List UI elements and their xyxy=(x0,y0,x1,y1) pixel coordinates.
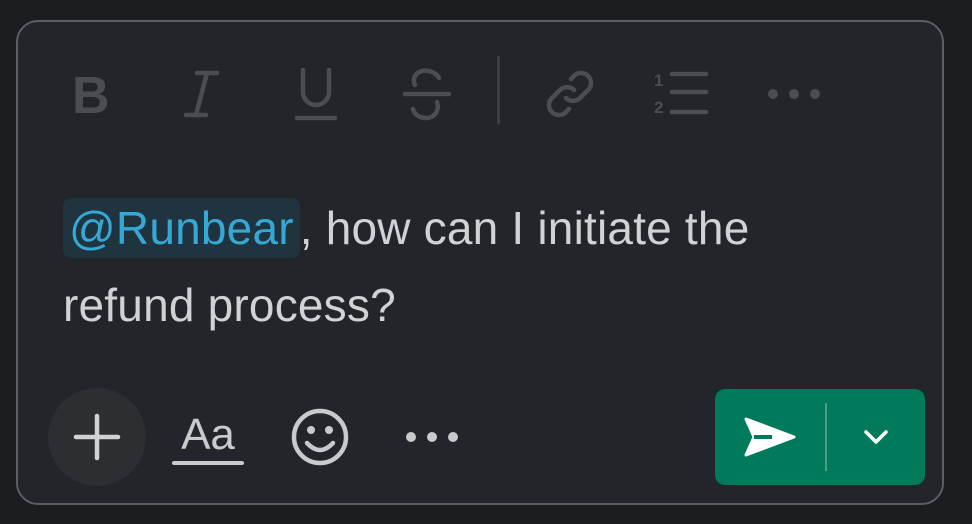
chevron-down-icon xyxy=(864,430,888,444)
italic-icon xyxy=(183,70,220,118)
attach-button[interactable] xyxy=(48,388,146,486)
text-format-icon: Aa xyxy=(172,410,244,465)
formatting-label: Aa xyxy=(181,410,235,459)
composer-actions: Aa xyxy=(18,388,942,488)
emoji-button[interactable] xyxy=(280,388,360,486)
emoji-icon xyxy=(291,408,349,466)
bold-button[interactable]: B xyxy=(60,62,124,126)
strikethrough-button[interactable] xyxy=(395,62,459,126)
formatting-toggle-button[interactable]: Aa xyxy=(168,388,248,486)
underline-button[interactable] xyxy=(284,62,348,126)
user-mention[interactable]: @Runbear xyxy=(63,198,300,258)
link-button[interactable] xyxy=(538,62,602,126)
send-options-button[interactable] xyxy=(827,389,925,485)
plus-icon xyxy=(73,413,121,461)
underline-icon xyxy=(294,67,338,121)
more-horizontal-icon xyxy=(768,89,820,99)
svg-text:2: 2 xyxy=(654,98,663,117)
send-button-group xyxy=(715,389,925,485)
more-horizontal-icon xyxy=(406,432,458,442)
more-actions-button[interactable] xyxy=(392,388,472,486)
toolbar-divider xyxy=(497,56,500,124)
ordered-list-button[interactable]: 1 2 xyxy=(648,62,712,126)
svg-text:B: B xyxy=(72,71,110,117)
message-composer: B 1 2 @Runbear , how can I initiate the … xyxy=(16,20,944,505)
italic-button[interactable] xyxy=(170,62,234,126)
more-formatting-button[interactable] xyxy=(762,62,826,126)
strikethrough-icon xyxy=(402,68,452,121)
formatting-toolbar: B 1 2 xyxy=(18,56,942,126)
bold-icon: B xyxy=(72,71,110,117)
link-icon xyxy=(546,70,594,118)
svg-text:1: 1 xyxy=(654,71,663,90)
message-input[interactable]: @Runbear, how can I initiate the refund … xyxy=(63,190,893,344)
send-icon xyxy=(744,417,796,457)
send-button[interactable] xyxy=(715,389,825,485)
ordered-list-icon: 1 2 xyxy=(654,71,709,117)
